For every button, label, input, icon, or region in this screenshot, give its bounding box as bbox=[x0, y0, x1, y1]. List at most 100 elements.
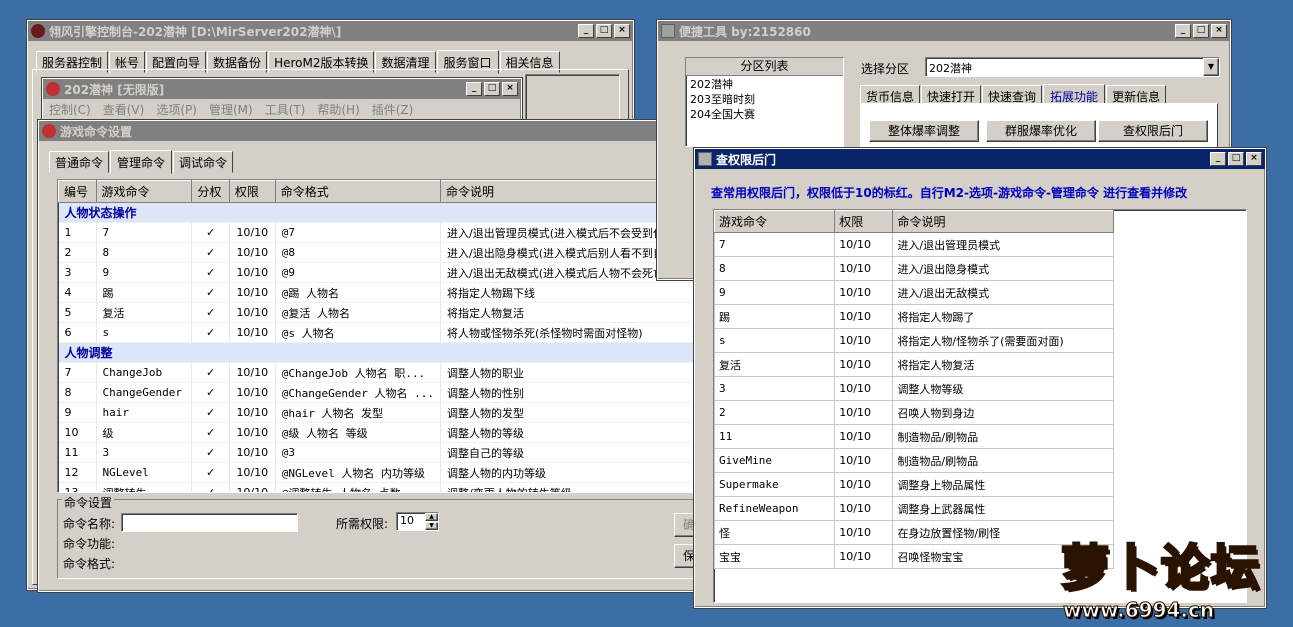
spin-down-icon[interactable]: ▼ bbox=[425, 522, 438, 530]
cmd-cell: 13 bbox=[58, 482, 97, 492]
cmd-cell: 将指定人物踢下线 bbox=[440, 282, 716, 303]
maximize-button[interactable]: □ bbox=[1228, 152, 1244, 166]
table-row[interactable]: s 10/10 将指定人物/怪物杀了(需要面对面) bbox=[714, 328, 1114, 353]
m2-menu-item-3[interactable]: 管理(M) bbox=[209, 101, 253, 118]
table-row[interactable]: 7 ChangeJob ✓ 10/10 @ChangeJob 人物名 职... 调整人物的… bbox=[58, 362, 716, 383]
m2-logo-icon bbox=[46, 82, 60, 96]
m2-menu-item-0[interactable]: 控制(C) bbox=[49, 101, 91, 118]
close-button[interactable]: × bbox=[1246, 152, 1262, 166]
m2-menu-item-5[interactable]: 帮助(H) bbox=[317, 101, 359, 118]
tools-button-1[interactable]: 群服爆率优化 bbox=[986, 120, 1096, 142]
maximize-button[interactable]: □ bbox=[484, 82, 500, 96]
table-row[interactable]: 5 复活 ✓ 10/10 @复活 人物名 将指定人物复活 bbox=[58, 302, 716, 323]
perm-titlebar[interactable]: 查权限后门 _ □ × bbox=[695, 149, 1265, 169]
m2-menu-item-4[interactable]: 工具(T) bbox=[265, 101, 306, 118]
cmd-cell: @调整转生 人物名 点数 bbox=[275, 482, 441, 492]
maximize-button[interactable]: □ bbox=[1193, 24, 1209, 38]
table-row[interactable]: 8 10/10 进入/退出隐身模式 bbox=[714, 256, 1114, 281]
table-row[interactable]: 踢 10/10 将指定人物踢了 bbox=[714, 304, 1114, 329]
table-row[interactable]: 2 8 ✓ 10/10 @8 进入/退出隐身模式(进入模式后别人看不到自己 bbox=[58, 242, 716, 263]
close-button[interactable]: × bbox=[614, 24, 630, 38]
perm-cell: 进入/退出无敌模式 bbox=[892, 280, 1114, 305]
m2-menu-item-2[interactable]: 选项(P) bbox=[156, 101, 197, 118]
perm-spinner[interactable]: 10 ▲ ▼ bbox=[396, 512, 439, 531]
minimize-button[interactable]: _ bbox=[578, 24, 594, 38]
m2-titlebar[interactable]: 202潜神 [无限版] _ □ × bbox=[43, 79, 521, 99]
cmd-group-row: 人物调整 bbox=[58, 342, 716, 363]
chevron-down-icon[interactable]: ▼ bbox=[1203, 58, 1219, 76]
table-row[interactable]: 11 10/10 制造物品/刷物品 bbox=[714, 424, 1114, 449]
cmd-cell: ✓ bbox=[191, 462, 230, 483]
table-row[interactable]: 7 10/10 进入/退出管理员模式 bbox=[714, 232, 1114, 257]
perm-cell: 调整人物等级 bbox=[892, 376, 1114, 401]
partition-list-item[interactable]: 202潜神 bbox=[686, 76, 843, 91]
table-row[interactable]: 1 7 ✓ 10/10 @7 进入/退出管理员模式(进入模式后不会受到任何 bbox=[58, 222, 716, 243]
perm-app-icon bbox=[698, 152, 712, 166]
cmd-cell: 9 bbox=[58, 402, 97, 423]
minimize-button[interactable]: _ bbox=[1175, 24, 1191, 38]
m2-title: 202潜神 [无限版] bbox=[64, 82, 165, 97]
table-row[interactable]: 9 hair ✓ 10/10 @hair 人物名 发型 调整人物的发型 bbox=[58, 402, 716, 423]
partition-list[interactable]: 分区列表 202潜神 203至暗时刻 204全国大赛 bbox=[685, 57, 844, 147]
perm-cell: 制造物品/刷物品 bbox=[892, 424, 1114, 449]
partition-list-header[interactable]: 分区列表 bbox=[686, 58, 843, 76]
close-button[interactable]: × bbox=[1211, 24, 1227, 38]
m2-menu-item-1[interactable]: 查看(V) bbox=[103, 101, 145, 118]
cmd-col-header[interactable]: 权限 bbox=[228, 180, 276, 203]
partition-list-item[interactable]: 203至暗时刻 bbox=[686, 91, 843, 106]
minimize-button[interactable]: _ bbox=[466, 82, 482, 96]
cmd-tab-2[interactable]: 调试命令 bbox=[173, 151, 234, 173]
partition-select[interactable]: 202潜神 ▼ bbox=[925, 57, 1220, 77]
cmd-name-input[interactable] bbox=[121, 513, 298, 532]
perm-col-header[interactable]: 命令说明 bbox=[892, 210, 1114, 233]
watermark-url: www.6994.cn bbox=[1062, 598, 1215, 623]
perm-col-header[interactable]: 权限 bbox=[834, 210, 894, 233]
table-row[interactable]: Supermake 10/10 调整身上物品属性 bbox=[714, 472, 1114, 497]
table-row[interactable]: 8 ChangeGender ✓ 10/10 @ChangeGender 人物名 ...… bbox=[58, 382, 716, 403]
minimize-button[interactable]: _ bbox=[1210, 152, 1226, 166]
table-row[interactable]: 4 踢 ✓ 10/10 @踢 人物名 将指定人物踢下线 bbox=[58, 282, 716, 303]
cmd-tab-0[interactable]: 普通命令 bbox=[49, 151, 110, 173]
perm-cell: 7 bbox=[714, 232, 836, 257]
cmd-cell: ✓ bbox=[191, 382, 230, 403]
perm-cell: 进入/退出管理员模式 bbox=[892, 232, 1114, 257]
console-titlebar[interactable]: 翎风引擎控制台-202潜神 [D:\MirServer202潜神\] _ □ × bbox=[28, 21, 633, 41]
perm-col-header[interactable]: 游戏命令 bbox=[714, 210, 836, 233]
cmd-cell: 调整转生 bbox=[96, 482, 193, 492]
table-row[interactable]: RefineWeapon 10/10 调整身上武器属性 bbox=[714, 496, 1114, 521]
tools-titlebar[interactable]: 便捷工具 by:2152860 _ □ × bbox=[658, 21, 1230, 41]
table-row[interactable]: 3 9 ✓ 10/10 @9 进入/退出无敌模式(进入模式后人物不会死亡) bbox=[58, 262, 716, 283]
cmd-logo-icon bbox=[42, 124, 56, 138]
cmd-group-label: 人物调整 bbox=[58, 342, 716, 363]
perm-cell: 10/10 bbox=[834, 472, 894, 497]
cmd-col-header[interactable]: 命令格式 bbox=[274, 180, 441, 203]
table-row[interactable]: 9 10/10 进入/退出无敌模式 bbox=[714, 280, 1114, 305]
cmd-cell: ✓ bbox=[191, 422, 230, 443]
table-row[interactable]: 3 10/10 调整人物等级 bbox=[714, 376, 1114, 401]
table-row[interactable]: 6 s ✓ 10/10 @s 人物名 将人物或怪物杀死(杀怪物时需面对怪物) bbox=[58, 322, 716, 343]
table-row[interactable]: 2 10/10 召唤人物到身边 bbox=[714, 400, 1114, 425]
cmd-cell: @踢 人物名 bbox=[275, 282, 441, 303]
tools-button-2[interactable]: 查权限后门 bbox=[1098, 120, 1208, 142]
tools-app-icon bbox=[661, 24, 675, 38]
cmd-col-header[interactable]: 游戏命令 bbox=[95, 180, 193, 203]
cmd-col-header[interactable]: 编号 bbox=[58, 180, 97, 203]
tools-button-0[interactable]: 整体爆率调整 bbox=[869, 120, 979, 142]
spin-up-icon[interactable]: ▲ bbox=[425, 513, 438, 521]
table-row[interactable]: 复活 10/10 将指定人物复活 bbox=[714, 352, 1114, 377]
cmd-col-header[interactable]: 分权 bbox=[191, 180, 230, 203]
close-button[interactable]: × bbox=[502, 82, 518, 96]
table-row[interactable]: 10 级 ✓ 10/10 @级 人物名 等级 调整人物的等级 bbox=[58, 422, 716, 443]
cmd-cell: 3 bbox=[58, 262, 97, 283]
cmd-tab-1[interactable]: 管理命令 bbox=[110, 150, 173, 174]
maximize-button[interactable]: □ bbox=[596, 24, 612, 38]
table-row[interactable]: 11 3 ✓ 10/10 @3 调整自己的等级 bbox=[58, 442, 716, 463]
partition-list-item[interactable]: 204全国大赛 bbox=[686, 106, 843, 121]
table-row[interactable]: 13 调整转生 ✓ 10/10 @调整转生 人物名 点数 调整/变更人物的转生等级 bbox=[58, 482, 716, 492]
cmd-group-label: 人物状态操作 bbox=[58, 202, 716, 223]
table-row[interactable]: 12 NGLevel ✓ 10/10 @NGLevel 人物名 内功等级 调整人物的内功等… bbox=[58, 462, 716, 483]
cmd-cell: 将指定人物复活 bbox=[440, 302, 716, 323]
m2-menu-item-6[interactable]: 插件(Z) bbox=[372, 101, 414, 118]
table-row[interactable]: GiveMine 10/10 制造物品/刷物品 bbox=[714, 448, 1114, 473]
cmd-cell: @ChangeGender 人物名 ... bbox=[275, 382, 441, 403]
